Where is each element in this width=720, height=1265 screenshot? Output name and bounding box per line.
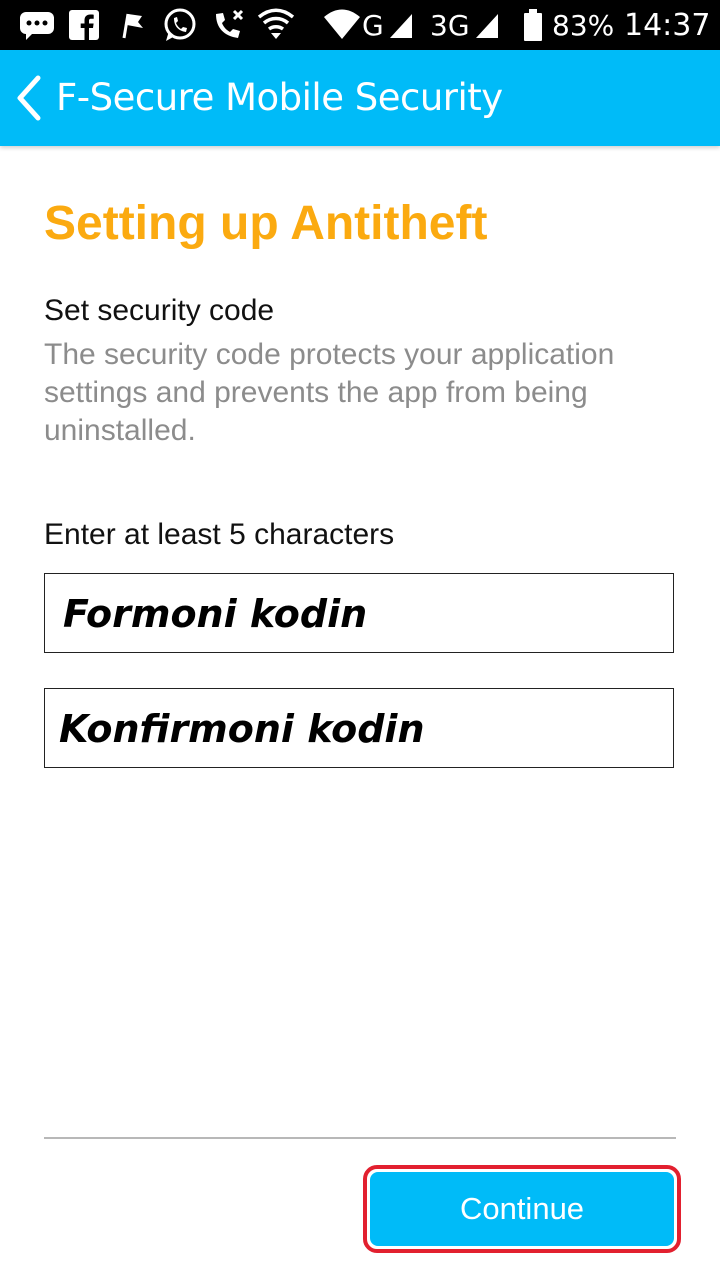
clock: 14:37 [624,8,711,43]
message-icon [18,8,56,42]
wifi-icon [322,8,362,42]
battery-percent: 83% [552,9,615,42]
status-bar: G 3G 83% 14:37 [0,0,720,50]
section-label: Set security code [44,294,275,327]
footer-divider [44,1137,676,1139]
app-title: F-Secure Mobile Security [56,76,503,119]
signal-icon [388,8,414,42]
network-type-3g: 3G [430,9,470,42]
app-bar: F-Secure Mobile Security [0,50,720,146]
hint-text: Enter at least 5 characters [44,518,395,551]
confirm-code-input[interactable]: Konfirmoni kodin [44,688,674,768]
confirm-code-annotation: Konfirmoni kodin [59,707,425,751]
security-code-input[interactable]: Formoni kodin [44,573,674,653]
flag-icon [118,8,146,42]
whatsapp-icon [162,8,198,42]
network-type-g: G [362,9,384,42]
battery-icon [522,8,544,42]
continue-button[interactable]: Continue [370,1172,674,1246]
chevron-left-icon[interactable] [8,72,48,124]
signal-icon [474,8,500,42]
shield-wifi-icon [256,8,296,42]
page-title: Setting up Antitheft [44,197,488,250]
security-code-annotation: Formoni kodin [63,592,368,636]
description-text: The security code protects your applicat… [44,338,615,447]
facebook-icon [68,8,100,42]
missed-call-icon [210,8,246,42]
